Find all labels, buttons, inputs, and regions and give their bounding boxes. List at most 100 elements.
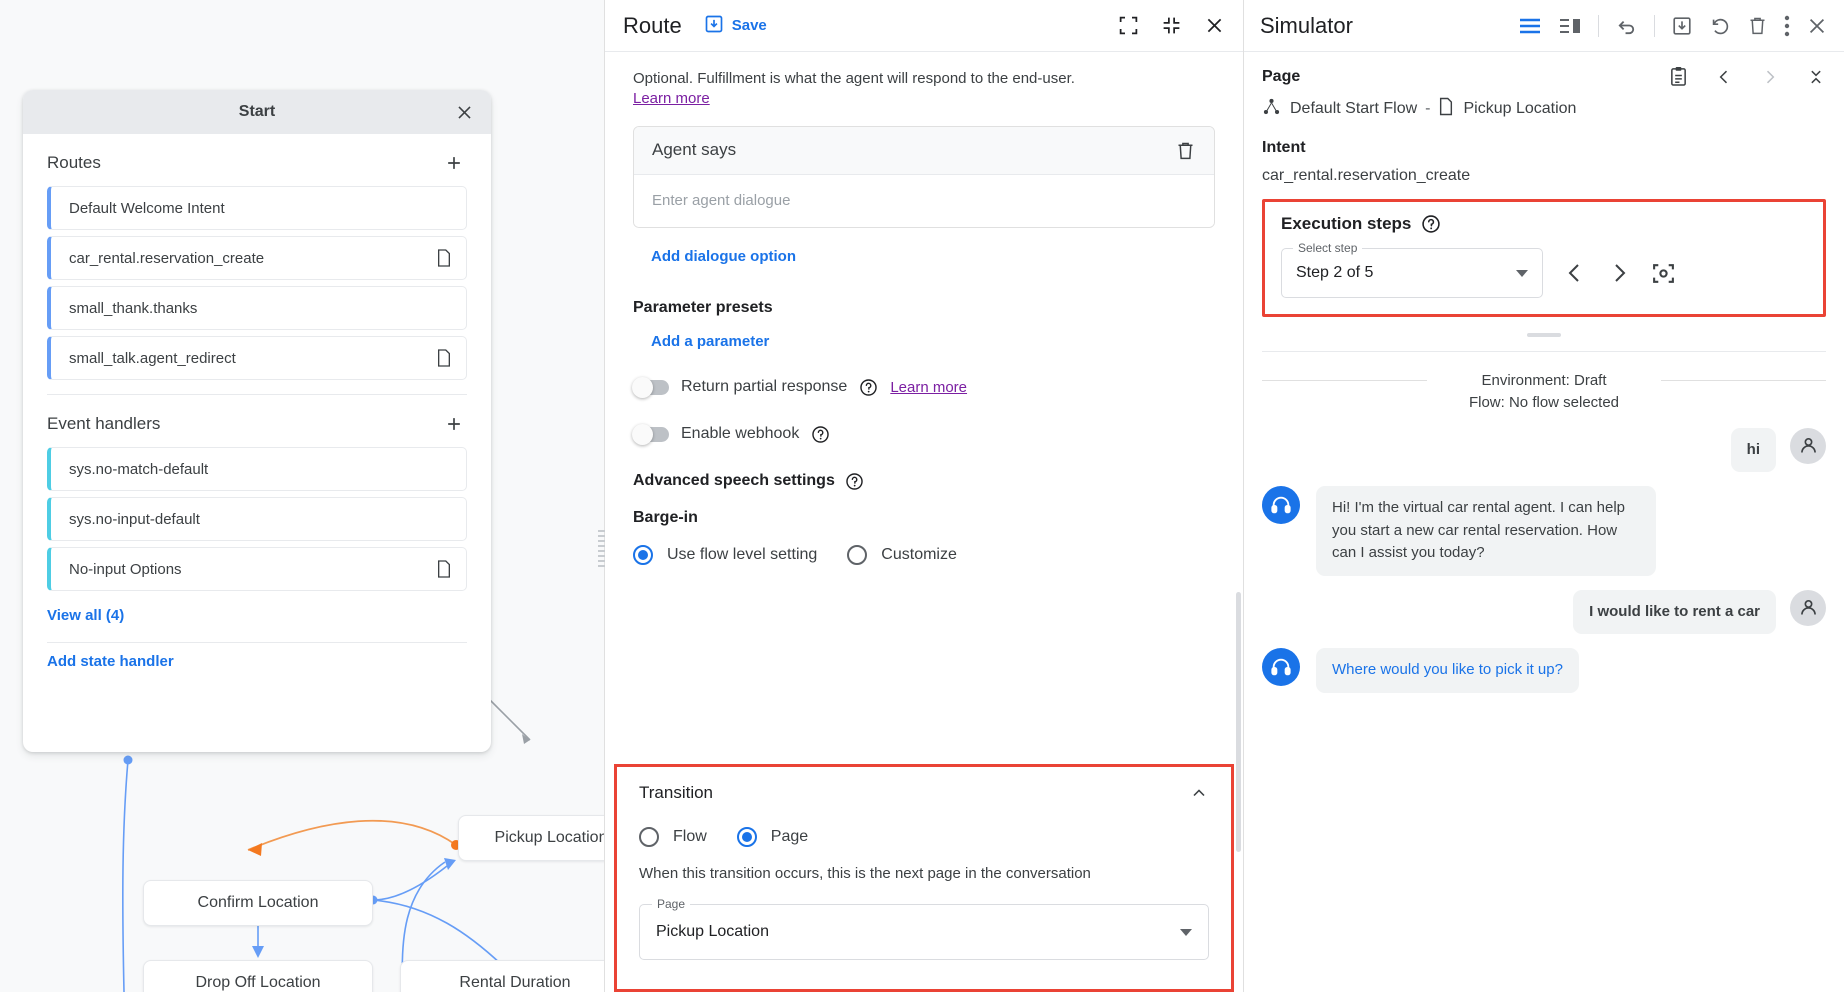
agent-headset-icon [1262,648,1300,686]
delete-icon[interactable] [1747,15,1768,36]
radio-label: Use flow level setting [667,546,817,564]
routes-section-header: Routes [23,134,491,186]
flow-node-pickup-location[interactable]: Pickup Location [458,815,604,861]
event-handler-label: sys.no-match-default [69,461,452,478]
trash-icon[interactable] [1175,140,1196,161]
close-icon[interactable] [451,99,477,125]
route-panel-body: Optional. Fulfillment is what the agent … [605,52,1243,992]
environment-banner: Environment: Draft Flow: No flow selecte… [1262,370,1826,414]
list-item[interactable]: sys.no-match-default [47,447,467,491]
list-item[interactable]: sys.no-input-default [47,497,467,541]
flow-canvas[interactable]: Pickup Location Confirm Location Drop Of… [0,0,604,992]
view-all-link[interactable]: View all (4) [23,597,148,628]
app-root: Pickup Location Confirm Location Drop Of… [0,0,1844,992]
agent-says-header: Agent says [634,127,1214,175]
execution-steps-controls: Select step Step 2 of 5 [1281,248,1807,298]
help-icon[interactable] [811,425,830,444]
page-icon[interactable] [436,249,452,267]
transition-title: Transition [639,783,713,803]
collapse-vertical-icon[interactable] [1806,67,1826,87]
transition-target-options: Flow Page [639,827,1209,847]
route-label: small_talk.agent_redirect [69,350,436,367]
flow-node-label: Rental Duration [459,974,570,992]
list-item[interactable]: small_thank.thanks [47,286,467,330]
flow-node-label: Confirm Location [198,894,319,912]
clipboard-icon[interactable] [1669,66,1688,87]
transition-section: Transition Flow Page When this transitio… [614,764,1234,992]
next-step-button[interactable] [1607,261,1631,285]
toolbar-divider [1598,15,1599,37]
list-view-icon[interactable] [1518,16,1542,36]
close-icon[interactable] [1204,15,1225,36]
page-icon[interactable] [436,349,452,367]
add-state-handler-link[interactable]: Add state handler [23,643,198,674]
help-icon[interactable] [859,378,878,397]
avatar [1790,428,1826,464]
list-item[interactable]: Default Welcome Intent [47,186,467,230]
execution-steps-section: Execution steps Select step Step 2 of 5 [1262,199,1826,317]
intent-section-label: Intent [1262,139,1826,157]
flow-node-rental-duration[interactable]: Rental Duration [400,960,604,992]
help-icon[interactable] [845,472,864,491]
chat-bubble[interactable]: Where would you like to pick it up? [1316,648,1579,693]
save-button[interactable]: Save [704,14,767,38]
help-icon[interactable] [1421,214,1441,234]
chevron-down-icon[interactable] [1180,929,1192,936]
route-panel: Route Save [604,0,1244,992]
list-item[interactable]: No-input Options [47,547,467,591]
route-panel-header: Route Save [605,0,1243,52]
split-view-icon[interactable] [1558,16,1582,36]
prev-step-button[interactable] [1563,261,1587,285]
list-item[interactable]: small_talk.agent_redirect [47,336,467,380]
chevron-right-icon[interactable] [1760,67,1780,87]
panel-resize-handle[interactable] [598,530,605,570]
restart-icon[interactable] [1709,15,1731,37]
agent-dialogue-input[interactable]: Enter agent dialogue [634,175,1214,227]
chevron-left-icon[interactable] [1714,67,1734,87]
advanced-speech-settings-label: Advanced speech settings [633,472,835,490]
flow-node-drop-off-location[interactable]: Drop Off Location [143,960,373,992]
flow-node-label: Pickup Location [495,829,604,847]
flow-node-confirm-location[interactable]: Confirm Location [143,880,373,926]
page-name: Pickup Location [1463,100,1576,118]
radio-use-flow-level-setting[interactable] [633,545,653,565]
radio-label: Customize [881,546,957,564]
simulator-resize-handle[interactable] [1527,333,1561,337]
radio-page[interactable] [737,827,757,847]
radio-customize[interactable] [847,545,867,565]
return-partial-response-toggle[interactable] [633,380,669,395]
center-focus-icon[interactable] [1651,261,1676,286]
select-step-dropdown[interactable]: Select step Step 2 of 5 [1281,248,1543,298]
radio-flow[interactable] [639,827,659,847]
more-vert-icon[interactable] [1784,15,1790,37]
enable-webhook-toggle[interactable] [633,427,669,442]
radio-label: Page [771,828,808,846]
agent-says-title: Agent says [652,140,1175,160]
chat-message-agent: Hi! I'm the virtual car rental agent. I … [1262,486,1826,576]
list-item[interactable]: car_rental.reservation_create [47,236,467,280]
undo-icon[interactable] [1615,14,1638,37]
flow-breadcrumb[interactable]: Default Start Flow [1262,97,1417,121]
plus-icon[interactable] [441,411,467,437]
page-icon[interactable] [436,560,452,578]
save-icon[interactable] [1671,15,1693,37]
fulfillment-hint: Optional. Fulfillment is what the agent … [633,68,1215,90]
learn-more-link-partial[interactable]: Learn more [890,379,967,396]
chat-message-user: I would like to rent a car [1262,590,1826,635]
learn-more-link[interactable]: Learn more [633,90,710,107]
chevron-up-icon[interactable] [1189,783,1209,803]
panel-bottom-spacer [23,674,491,752]
close-icon[interactable] [1806,15,1828,37]
page-breadcrumb[interactable]: Pickup Location [1438,97,1576,121]
plus-icon[interactable] [441,150,467,176]
breadcrumb: Default Start Flow - Pickup Location [1262,97,1826,121]
fullscreen-icon[interactable] [1118,15,1139,36]
scrollbar-thumb[interactable] [1236,592,1241,852]
banner-line-left [1262,380,1427,381]
chat-message-user: hi [1262,428,1826,473]
add-parameter-link[interactable]: Add a parameter [651,333,1215,350]
add-dialogue-option-link[interactable]: Add dialogue option [651,248,1215,265]
chevron-down-icon[interactable] [1516,270,1528,277]
page-select[interactable]: Page Pickup Location [639,904,1209,960]
collapse-icon[interactable] [1161,15,1182,36]
